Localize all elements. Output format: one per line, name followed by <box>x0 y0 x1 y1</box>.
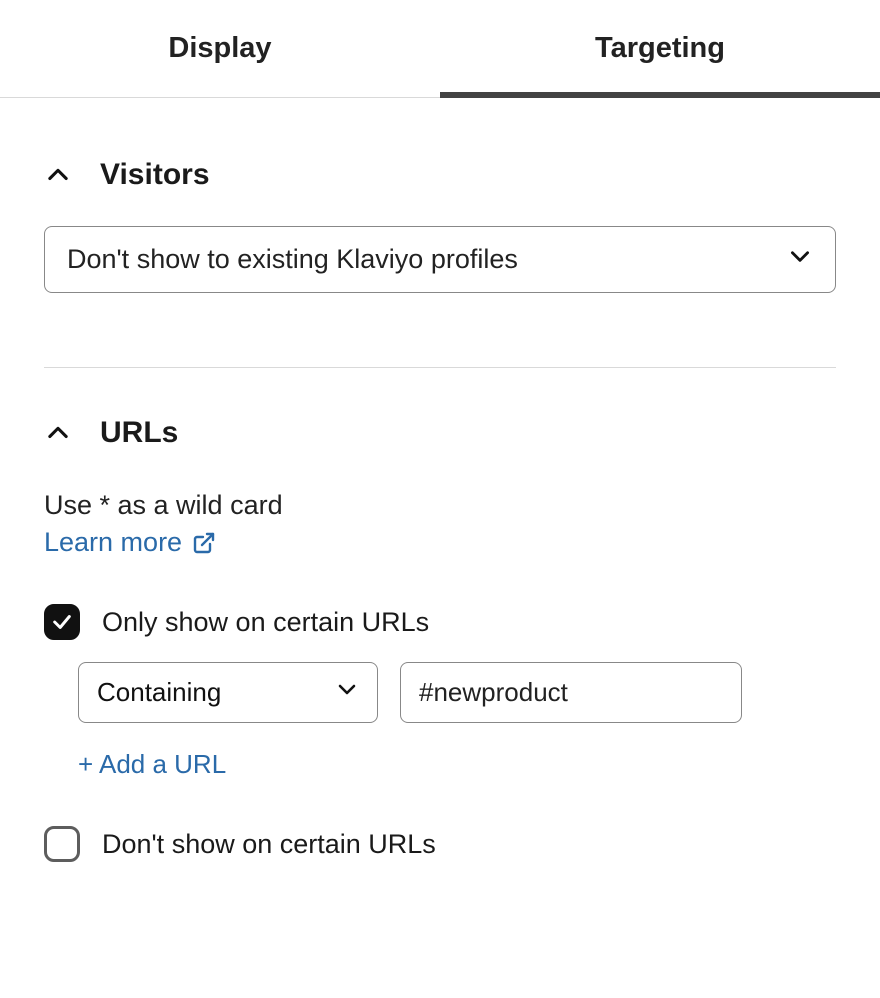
section-urls: URLs Use * as a wild card Learn more Onl… <box>44 368 836 862</box>
url-rule-row: Containing <box>78 662 836 723</box>
dont-show-checkbox[interactable] <box>44 826 80 862</box>
url-rule-mode-value: Containing <box>97 677 221 708</box>
learn-more-label: Learn more <box>44 527 182 558</box>
url-rule-mode-select[interactable]: Containing <box>78 662 378 723</box>
only-show-label: Only show on certain URLs <box>102 607 429 638</box>
only-show-checkbox[interactable] <box>44 604 80 640</box>
section-urls-header[interactable]: URLs <box>44 416 836 450</box>
url-rule-value-input[interactable] <box>400 662 742 723</box>
tab-display-label: Display <box>168 32 271 65</box>
external-link-icon <box>192 531 216 555</box>
dont-show-row: Don't show on certain URLs <box>44 826 836 862</box>
chevron-down-icon <box>335 677 359 708</box>
visitors-select-value: Don't show to existing Klaviyo profiles <box>67 244 518 275</box>
section-visitors: Visitors Don't show to existing Klaviyo … <box>44 98 836 293</box>
tabs: Display Targeting <box>0 0 880 98</box>
section-visitors-title: Visitors <box>100 158 210 192</box>
chevron-down-icon <box>787 243 813 276</box>
urls-hint: Use * as a wild card <box>44 490 836 521</box>
targeting-panel: Visitors Don't show to existing Klaviyo … <box>0 98 880 862</box>
tab-targeting-label: Targeting <box>595 32 725 65</box>
add-url-link[interactable]: + Add a URL <box>78 749 226 780</box>
tab-targeting[interactable]: Targeting <box>440 0 880 97</box>
tab-display[interactable]: Display <box>0 0 440 97</box>
dont-show-label: Don't show on certain URLs <box>102 829 436 860</box>
chevron-up-icon <box>44 419 72 447</box>
only-show-row: Only show on certain URLs <box>44 604 836 640</box>
section-visitors-header[interactable]: Visitors <box>44 158 836 192</box>
learn-more-link[interactable]: Learn more <box>44 527 216 558</box>
section-urls-title: URLs <box>100 416 178 450</box>
visitors-select[interactable]: Don't show to existing Klaviyo profiles <box>44 226 836 293</box>
chevron-up-icon <box>44 161 72 189</box>
